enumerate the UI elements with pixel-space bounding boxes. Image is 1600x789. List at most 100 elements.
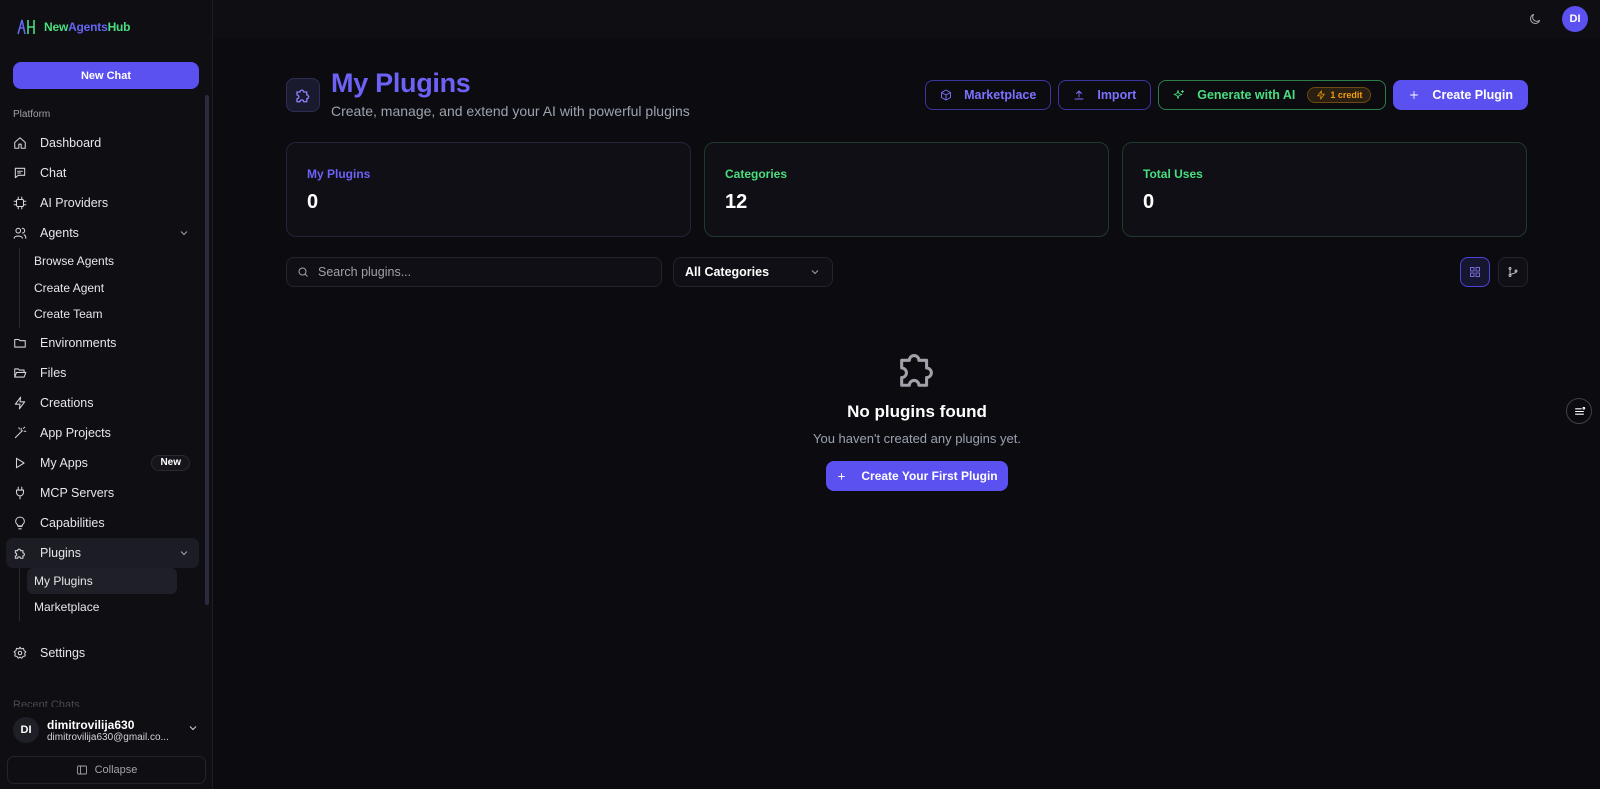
sidebar-item-capabilities[interactable]: Capabilities	[6, 508, 199, 538]
sidebar-subitem-marketplace[interactable]: Marketplace	[27, 594, 177, 621]
puzzle-icon	[894, 345, 940, 391]
grid-icon	[1470, 267, 1480, 277]
sidebar-item-label: Environments	[40, 335, 117, 350]
search-icon	[298, 267, 308, 277]
sidebar-item-label: Files	[40, 365, 67, 380]
create-plugin-button[interactable]: Create Plugin	[1393, 80, 1528, 110]
generate-with-ai-button[interactable]: Generate with AI 1 credit	[1158, 80, 1387, 110]
sidebar-item-chat[interactable]: Chat	[6, 158, 199, 188]
stat-card-my-plugins: My Plugins 0	[286, 142, 691, 237]
page-title: My Plugins	[331, 68, 471, 98]
menu-icon	[1574, 406, 1585, 415]
sidebar-item-dashboard[interactable]: Dashboard	[6, 128, 199, 158]
chevron-down-icon[interactable]	[178, 227, 190, 239]
sidebar-scrollbar[interactable]	[205, 95, 209, 605]
floating-menu-button[interactable]	[1566, 398, 1592, 424]
grid-view-button[interactable]	[1460, 257, 1490, 287]
users-icon	[13, 226, 27, 240]
sidebar-item-environments[interactable]: Environments	[6, 328, 199, 358]
stat-value: 0	[1143, 191, 1155, 213]
sidebar-item-settings[interactable]: Settings	[6, 638, 199, 668]
sidebar-item-label: Plugins	[40, 545, 81, 560]
lightbulb-icon	[13, 516, 27, 530]
sidebar-item-label: Agents	[40, 226, 79, 240]
marketplace-label: Marketplace	[964, 88, 1037, 102]
sidebar-item-mcp-servers[interactable]: MCP Servers	[6, 478, 199, 508]
section-label-platform: Platform	[13, 109, 51, 120]
sidebar-item-label: Settings	[40, 646, 86, 660]
sidebar-item-label: Creations	[40, 395, 94, 410]
empty-title: No plugins found	[847, 402, 987, 421]
user-info: dimitrovilija630 dimitrovilija630@gmail.…	[47, 718, 187, 743]
marketplace-button[interactable]: Marketplace	[925, 80, 1052, 110]
category-select-value: All Categories	[685, 265, 770, 279]
credit-label: 1 credit	[1330, 90, 1363, 100]
sidebar-item-app-projects[interactable]: App Projects	[6, 418, 199, 448]
create-plugin-label: Create Plugin	[1432, 88, 1513, 102]
wand-icon	[13, 426, 27, 440]
sparkles-icon	[1173, 90, 1185, 99]
stat-value: 12	[725, 191, 748, 213]
sidebar-nav: Dashboard Chat AI Providers Agents Brows…	[6, 128, 199, 621]
plus-icon	[1410, 91, 1419, 99]
stat-value: 0	[307, 191, 319, 213]
moon-icon[interactable]	[1528, 12, 1542, 26]
category-select[interactable]: All Categories	[673, 257, 833, 287]
new-badge: New	[151, 454, 190, 471]
zap-icon	[13, 396, 27, 410]
upload-icon	[1074, 90, 1084, 100]
folder-open-icon	[13, 366, 27, 380]
sidebar-item-files[interactable]: Files	[6, 358, 199, 388]
chevron-down-icon[interactable]	[178, 547, 190, 559]
search-input[interactable]	[318, 265, 638, 279]
empty-state: No plugins found You haven't created any…	[693, 345, 1141, 491]
sidebar-item-agents[interactable]: Agents	[6, 218, 199, 248]
puzzle-icon	[13, 546, 27, 560]
sidebar-subitem-my-plugins[interactable]: My Plugins	[27, 567, 177, 594]
sidebar-panel-icon	[76, 765, 87, 775]
user-menu[interactable]: DI dimitrovilija630 dimitrovilija630@gma…	[13, 715, 199, 745]
generate-label: Generate with AI	[1197, 88, 1296, 102]
settings-section: Settings	[6, 638, 199, 668]
avatar[interactable]: DI	[1562, 6, 1588, 32]
main-content: DI My Plugins Create, manage, and extend…	[213, 0, 1600, 789]
stat-label: Total Uses	[1143, 167, 1203, 181]
new-chat-button[interactable]: New Chat	[13, 62, 199, 89]
agents-submenu: Browse Agents Create Agent Create Team	[19, 248, 199, 328]
sidebar-subitem-browse-agents[interactable]: Browse Agents	[27, 248, 177, 275]
sidebar-item-label: Capabilities	[40, 515, 105, 530]
collapse-label: Collapse	[94, 764, 138, 776]
sidebar: NewAgentsHub New Chat Platform Dashboard…	[0, 0, 213, 789]
message-icon	[13, 166, 27, 180]
zap-icon	[1317, 90, 1326, 100]
search-box	[286, 257, 662, 287]
sidebar-item-my-apps[interactable]: My Apps New	[6, 448, 199, 478]
brand-name: NewAgentsHub	[44, 20, 131, 34]
sidebar-item-ai-providers[interactable]: AI Providers	[6, 188, 199, 218]
collapse-button[interactable]: Collapse	[7, 756, 206, 784]
sidebar-item-creations[interactable]: Creations	[6, 388, 199, 418]
sidebar-item-label: MCP Servers	[40, 485, 115, 500]
stats-row: My Plugins 0 Categories 12 Total Uses 0	[286, 142, 1527, 237]
gear-icon	[13, 646, 27, 660]
sidebar-item-plugins[interactable]: Plugins	[6, 537, 199, 568]
sidebar-subitem-create-agent[interactable]: Create Agent	[27, 275, 177, 302]
top-bar: DI	[213, 0, 1600, 38]
stat-card-categories: Categories 12	[704, 142, 1109, 237]
brand-logo[interactable]: NewAgentsHub	[16, 17, 130, 37]
sidebar-item-label: Dashboard	[40, 136, 102, 150]
plug-icon	[13, 486, 27, 500]
flow-view-button[interactable]	[1498, 257, 1528, 287]
sidebar-subitem-create-team[interactable]: Create Team	[27, 301, 177, 328]
avatar: DI	[13, 717, 39, 743]
user-email: dimitrovilija630@gmail.co...	[47, 731, 169, 743]
recent-chats-label: Recent Chats	[13, 699, 80, 707]
plugins-submenu: My Plugins Marketplace	[19, 567, 199, 621]
stat-card-total-uses: Total Uses 0	[1122, 142, 1527, 237]
create-first-plugin-button[interactable]: Create Your First Plugin	[826, 461, 1008, 491]
git-branch-icon	[1508, 267, 1518, 277]
puzzle-icon	[286, 78, 320, 112]
import-button[interactable]: Import	[1058, 80, 1152, 110]
credit-badge: 1 credit	[1307, 87, 1372, 103]
chevron-down-icon	[187, 721, 199, 739]
